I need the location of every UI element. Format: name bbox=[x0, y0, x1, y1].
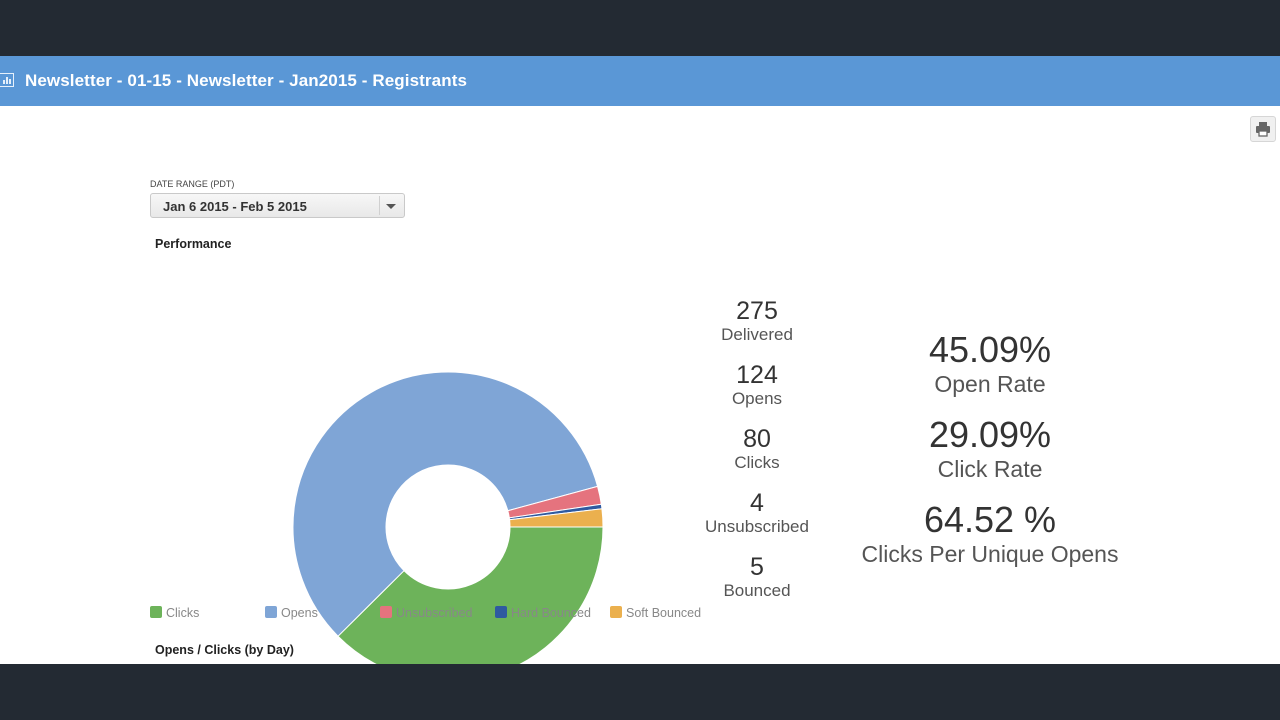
rate-open: 45.09% Open Rate bbox=[820, 330, 1160, 398]
stat-value: 5 bbox=[750, 553, 764, 581]
top-dark-band bbox=[0, 0, 1280, 56]
date-range-select[interactable]: Jan 6 2015 - Feb 5 2015 bbox=[150, 193, 405, 218]
rate-click: 29.09% Click Rate bbox=[820, 415, 1160, 483]
performance-donut-chart bbox=[292, 371, 604, 683]
rate-value: 64.52 % bbox=[923, 499, 1057, 540]
stat-label: Opens bbox=[731, 389, 783, 408]
print-button[interactable] bbox=[1250, 116, 1276, 142]
report-title: Newsletter - 01-15 - Newsletter - Jan201… bbox=[25, 71, 468, 90]
stat-opens: 124 Opens bbox=[677, 361, 837, 409]
report-content: DATE RANGE (PDT) Jan 6 2015 - Feb 5 2015… bbox=[0, 106, 1280, 683]
rate-label: Open Rate bbox=[934, 371, 1046, 397]
performance-title: Performance bbox=[155, 237, 232, 251]
rate-label: Clicks Per Unique Opens bbox=[861, 541, 1119, 567]
rate-clicks-per-unique-opens: 64.52 % Clicks Per Unique Opens bbox=[820, 500, 1160, 568]
date-range-label: DATE RANGE (PDT) bbox=[150, 179, 235, 189]
stat-value: 124 bbox=[736, 361, 778, 389]
legend-item-soft-bounced[interactable]: Soft Bounced bbox=[610, 606, 701, 620]
legend-swatch bbox=[380, 606, 392, 618]
date-range-value: Jan 6 2015 - Feb 5 2015 bbox=[163, 199, 307, 214]
chevron-down-icon bbox=[386, 204, 396, 209]
opens-clicks-by-day-title: Opens / Clicks (by Day) bbox=[155, 643, 294, 657]
select-divider bbox=[379, 196, 380, 215]
rate-value: 29.09% bbox=[928, 414, 1052, 455]
stat-clicks: 80 Clicks bbox=[677, 425, 837, 473]
rate-value: 45.09% bbox=[928, 329, 1052, 370]
stat-value: 80 bbox=[743, 425, 771, 453]
stat-bounced: 5 Bounced bbox=[677, 553, 837, 601]
legend-label: Clicks bbox=[166, 606, 200, 620]
legend-item-unsubscribed[interactable]: Unsubscribed bbox=[380, 606, 472, 620]
legend-item-clicks[interactable]: Clicks bbox=[150, 606, 199, 620]
legend-swatch bbox=[610, 606, 622, 618]
printer-icon bbox=[1256, 122, 1270, 137]
legend-swatch bbox=[495, 606, 507, 618]
stat-label: Delivered bbox=[721, 325, 793, 344]
legend-label: Soft Bounced bbox=[626, 606, 702, 620]
legend-label: Unsubscribed bbox=[396, 606, 473, 620]
legend-label: Opens bbox=[281, 606, 318, 620]
report-header: Newsletter - 01-15 - Newsletter - Jan201… bbox=[0, 56, 1280, 106]
legend-swatch bbox=[150, 606, 162, 618]
legend-item-opens[interactable]: Opens bbox=[265, 606, 318, 620]
legend-swatch bbox=[265, 606, 277, 618]
bottom-dark-band bbox=[0, 664, 1280, 720]
legend-item-hard-bounced[interactable]: Hard Bounced bbox=[495, 606, 591, 620]
stat-value: 4 bbox=[750, 489, 764, 517]
bar-chart-icon bbox=[0, 73, 14, 87]
stat-label: Unsubscribed bbox=[705, 517, 809, 536]
stat-unsubscribed: 4 Unsubscribed bbox=[677, 489, 837, 537]
rate-label: Click Rate bbox=[937, 456, 1043, 482]
stat-label: Clicks bbox=[734, 453, 780, 472]
legend-label: Hard Bounced bbox=[511, 606, 591, 620]
stat-value: 275 bbox=[736, 297, 778, 325]
stat-label: Bounced bbox=[723, 581, 791, 600]
stat-delivered: 275 Delivered bbox=[677, 297, 837, 345]
